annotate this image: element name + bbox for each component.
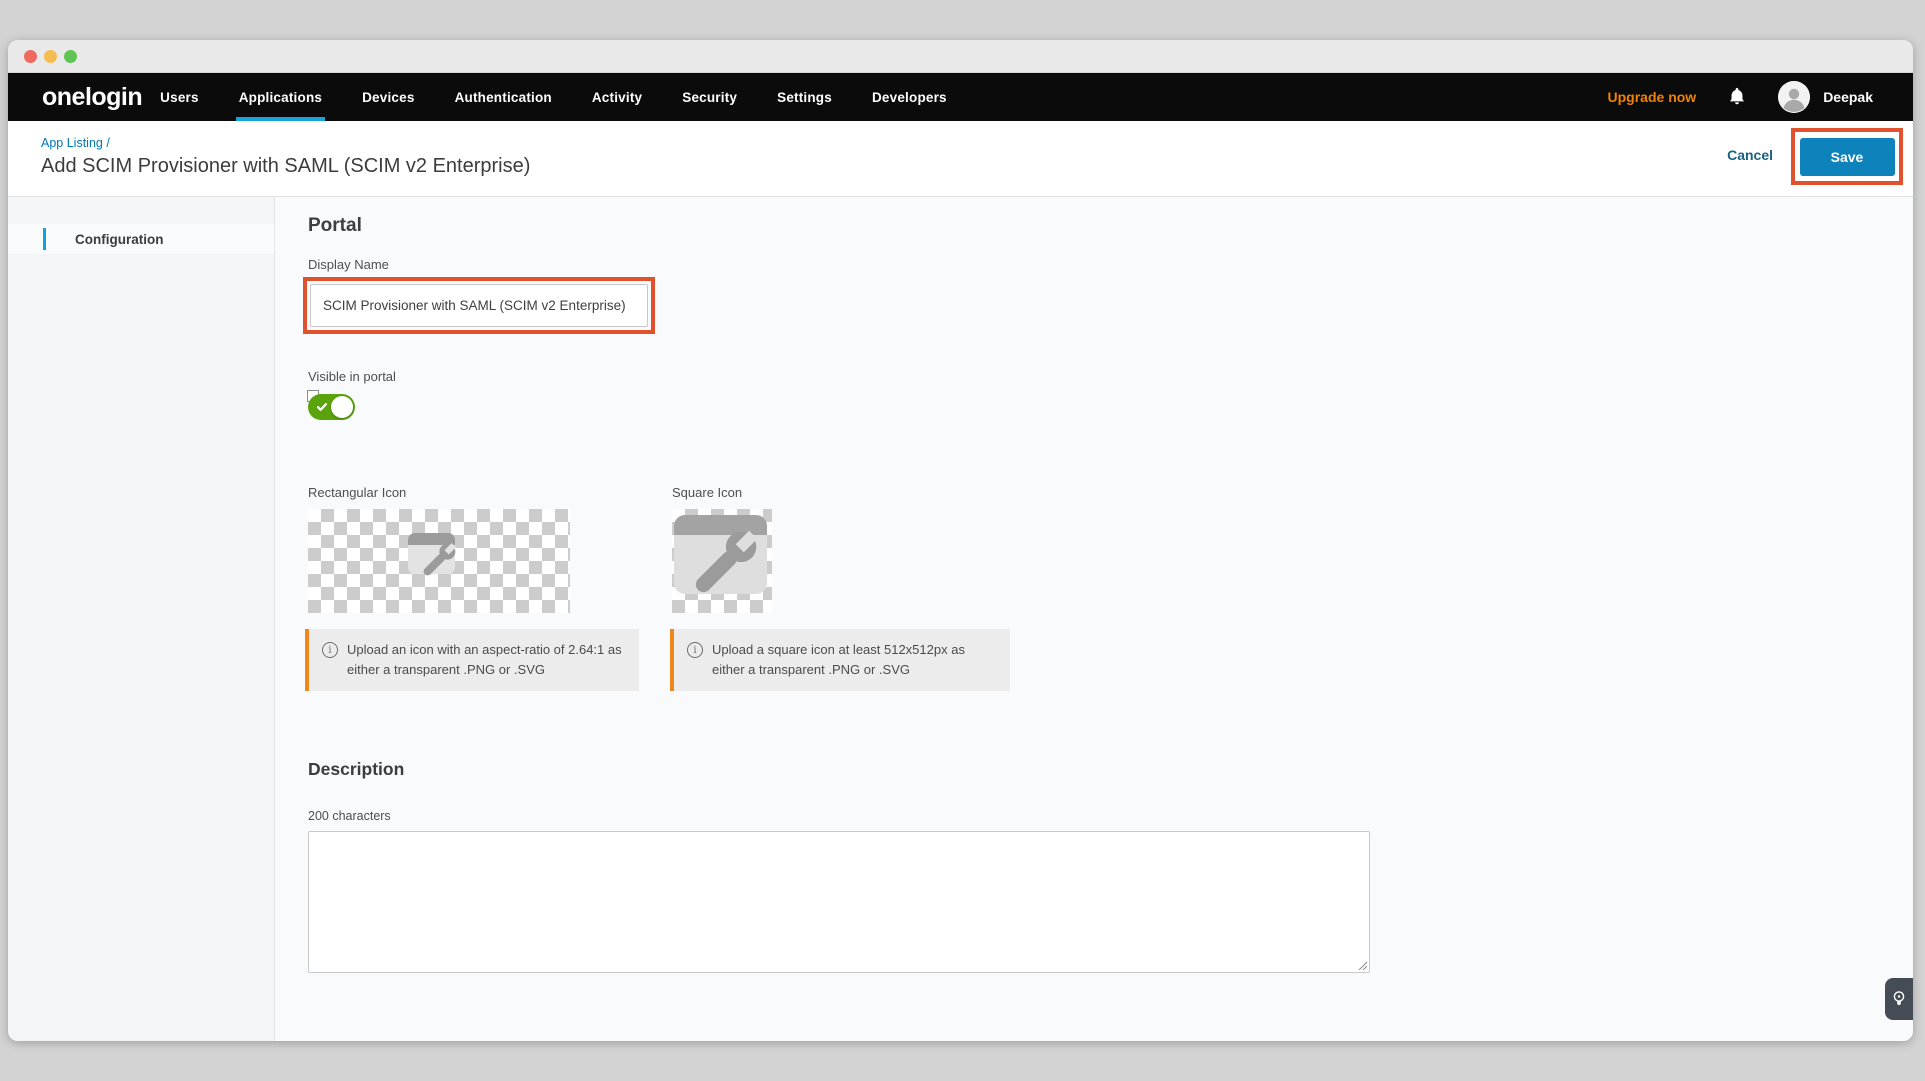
nav-item-authentication[interactable]: Authentication [455, 73, 552, 121]
page-title: Add SCIM Provisioner with SAML (SCIM v2 … [41, 155, 530, 178]
nav-item-devices[interactable]: Devices [362, 73, 414, 121]
cancel-button[interactable]: Cancel [1727, 147, 1773, 163]
user-avatar [1778, 81, 1810, 113]
app-wrench-icon [408, 533, 472, 595]
page-body: Configuration Portal Display Name Visibl… [8, 197, 1913, 1041]
nav-item-developers[interactable]: Developers [872, 73, 947, 121]
annotation-highlight-save: Save [1791, 128, 1903, 185]
square-icon-preview[interactable] [672, 509, 772, 613]
minimize-window-button[interactable] [44, 50, 57, 63]
nav-right-cluster: Upgrade now Deepak [1608, 73, 1873, 121]
rectangular-icon-preview[interactable] [308, 509, 570, 613]
breadcrumb-app-listing[interactable]: App Listing / [41, 136, 110, 150]
nav-item-users[interactable]: Users [160, 73, 199, 121]
main-content: Portal Display Name Visible in portal Re… [275, 197, 1913, 1041]
nav-item-security[interactable]: Security [682, 73, 737, 121]
sidebar-item-configuration[interactable]: Configuration [8, 224, 274, 254]
checkmark-icon [316, 401, 328, 413]
notifications-bell-icon[interactable] [1728, 87, 1746, 107]
top-navigation-bar: onelogin Users Applications Devices Auth… [8, 73, 1913, 121]
rectangular-icon-label: Rectangular Icon [308, 485, 406, 500]
nav-item-applications[interactable]: Applications [239, 73, 322, 121]
info-icon: i [322, 642, 338, 658]
help-lightbulb-button[interactable] [1885, 978, 1913, 1020]
description-textarea[interactable] [308, 831, 1370, 973]
hint-text: Upload a square icon at least 512x512px … [712, 640, 1000, 680]
sidebar: Configuration [8, 197, 275, 1041]
annotation-highlight-display-name [303, 277, 655, 334]
description-field-wrap [308, 831, 1370, 973]
visible-in-portal-toggle[interactable] [308, 394, 355, 420]
lightbulb-icon [1892, 990, 1906, 1008]
user-menu[interactable]: Deepak [1778, 81, 1873, 113]
onelogin-logo[interactable]: onelogin [42, 83, 142, 112]
user-name: Deepak [1823, 89, 1873, 105]
visible-in-portal-label: Visible in portal [308, 369, 396, 384]
portal-section-heading: Portal [308, 215, 362, 237]
description-section-heading: Description [308, 759, 404, 780]
nav-item-activity[interactable]: Activity [592, 73, 642, 121]
nav-item-settings[interactable]: Settings [777, 73, 832, 121]
square-icon-hint: i Upload a square icon at least 512x512p… [670, 629, 1010, 691]
toggle-knob [331, 396, 353, 418]
browser-window: onelogin Users Applications Devices Auth… [8, 40, 1913, 1041]
active-indicator [43, 228, 46, 250]
nav-menu: Users Applications Devices Authenticatio… [160, 73, 947, 121]
toggle-track [308, 394, 355, 420]
page-header: App Listing / Add SCIM Provisioner with … [8, 121, 1913, 197]
window-titlebar [8, 40, 1913, 73]
hint-text: Upload an icon with an aspect-ratio of 2… [347, 640, 629, 680]
display-name-input[interactable] [310, 284, 648, 327]
upgrade-now-link[interactable]: Upgrade now [1608, 89, 1697, 105]
square-icon-label: Square Icon [672, 485, 742, 500]
close-window-button[interactable] [24, 50, 37, 63]
app-wrench-icon [672, 509, 772, 613]
display-name-label: Display Name [308, 257, 389, 272]
sidebar-item-label: Configuration [75, 232, 163, 247]
character-count-label: 200 characters [308, 809, 391, 823]
rect-icon-hint: i Upload an icon with an aspect-ratio of… [305, 629, 639, 691]
info-icon: i [687, 642, 703, 658]
maximize-window-button[interactable] [64, 50, 77, 63]
save-button[interactable]: Save [1800, 138, 1895, 176]
